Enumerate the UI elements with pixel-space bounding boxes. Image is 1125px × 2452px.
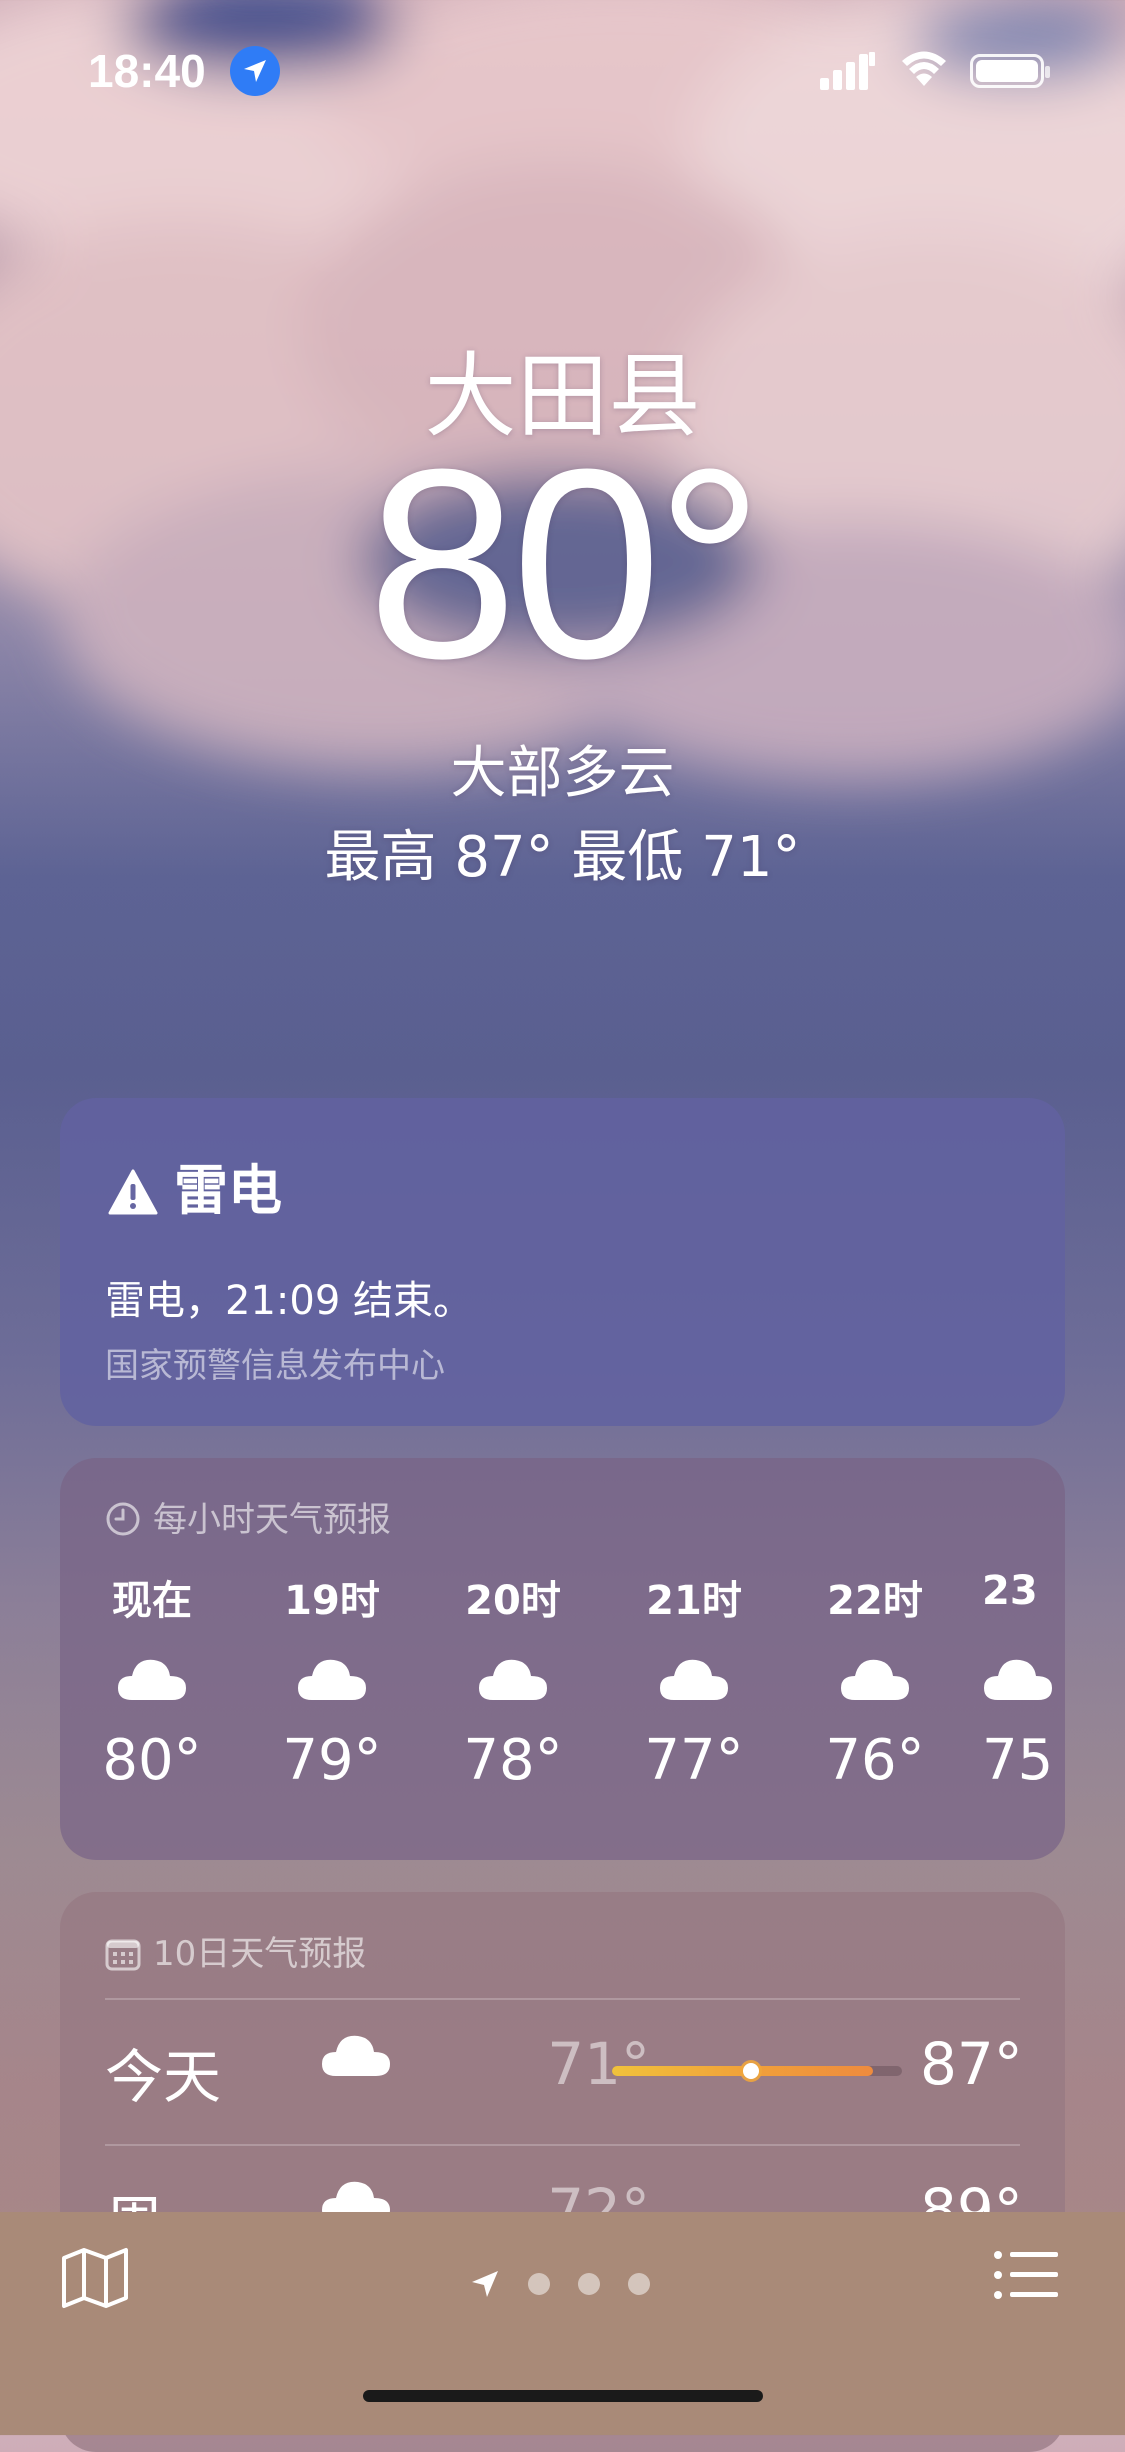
daily-heading: 10日天气预报 xyxy=(153,1934,367,1974)
hour-temp: 78° xyxy=(463,1728,563,1793)
hour-item: 22时 76° xyxy=(800,1568,950,1793)
status-bar: 18:40 xyxy=(0,0,1125,140)
clock-icon xyxy=(106,1502,140,1536)
hour-temp: 77° xyxy=(644,1728,744,1793)
hour-label: 21时 xyxy=(646,1578,742,1624)
cellular-signal-icon xyxy=(820,52,875,90)
page-dot[interactable] xyxy=(578,2273,600,2295)
daily-heading-row: 10日天气预报 xyxy=(105,1926,366,1975)
hourly-heading-row: 每小时天气预报 xyxy=(105,1492,391,1541)
day-high-temp: 87° xyxy=(920,2030,1023,2098)
hour-label: 20时 xyxy=(465,1578,561,1624)
home-indicator xyxy=(363,2390,763,2402)
hour-item: 23 75 xyxy=(982,1568,1065,1793)
day-name: 今天 xyxy=(105,2043,222,2111)
battery-icon xyxy=(970,54,1050,88)
hourly-heading: 每小时天气预报 xyxy=(153,1500,391,1540)
hour-temp: 79° xyxy=(282,1728,382,1793)
hour-label: 23 xyxy=(982,1568,1038,1614)
high-low-temperature: 最高 87° 最低 71° xyxy=(324,825,801,890)
cloud-icon xyxy=(118,1659,186,1700)
hour-item: 现在 80° xyxy=(77,1568,227,1793)
location-arrow-icon[interactable] xyxy=(470,2269,500,2299)
cloud-icon xyxy=(479,1659,547,1700)
hour-label: 现在 xyxy=(112,1578,192,1624)
weather-alert-card[interactable]: 雷电 雷电，21:09 结束。 国家预警信息发布中心 xyxy=(60,1098,1065,1426)
hour-temp: 80° xyxy=(102,1728,202,1793)
cloud-icon xyxy=(322,2035,390,2076)
hour-item: 19时 79° xyxy=(257,1568,407,1793)
map-icon[interactable] xyxy=(60,2246,130,2310)
hour-item: 20时 78° xyxy=(438,1568,588,1793)
weather-condition: 大部多云 xyxy=(450,741,675,806)
current-temp-marker xyxy=(743,2063,760,2079)
alert-source: 国家预警信息发布中心 xyxy=(105,1346,445,1386)
cloud-icon xyxy=(660,1659,728,1700)
current-temperature: 80° xyxy=(367,414,763,715)
alert-title: 雷电 xyxy=(174,1159,282,1222)
hourly-forecast-card[interactable]: 每小时天气预报 现在 80° 19时 79° 20时 78° 21时 77° 2… xyxy=(60,1458,1065,1860)
page-dot[interactable] xyxy=(628,2273,650,2295)
hour-item: 21时 77° xyxy=(619,1568,769,1793)
cloud-icon xyxy=(841,1659,909,1700)
status-time: 18:40 xyxy=(88,45,206,97)
wifi-icon xyxy=(902,51,946,86)
hour-temp: 76° xyxy=(825,1728,925,1793)
list-icon[interactable] xyxy=(994,2250,1060,2300)
calendar-icon xyxy=(105,1939,141,1971)
alert-description: 雷电，21:09 结束。 xyxy=(105,1278,473,1324)
page-dot[interactable] xyxy=(528,2273,550,2295)
temperature-range-bar xyxy=(612,2063,902,2079)
hour-label: 19时 xyxy=(284,1578,380,1624)
cloud-icon xyxy=(298,1659,366,1700)
location-arrow-icon xyxy=(230,46,280,96)
alert-title-row: 雷电 xyxy=(108,1146,282,1225)
hour-label: 22时 xyxy=(827,1578,923,1624)
day-row[interactable]: 今天 71° 87° xyxy=(60,2000,1065,2140)
cloud-icon xyxy=(984,1659,1052,1700)
hourly-scroll-list[interactable]: 现在 80° 19时 79° 20时 78° 21时 77° 22时 76° 2… xyxy=(60,1568,1065,1838)
hour-temp: 75 xyxy=(982,1728,1054,1793)
page-indicator[interactable] xyxy=(470,2264,650,2304)
day-low-temp: 71° xyxy=(547,2030,650,2098)
warning-icon xyxy=(108,1169,158,1215)
